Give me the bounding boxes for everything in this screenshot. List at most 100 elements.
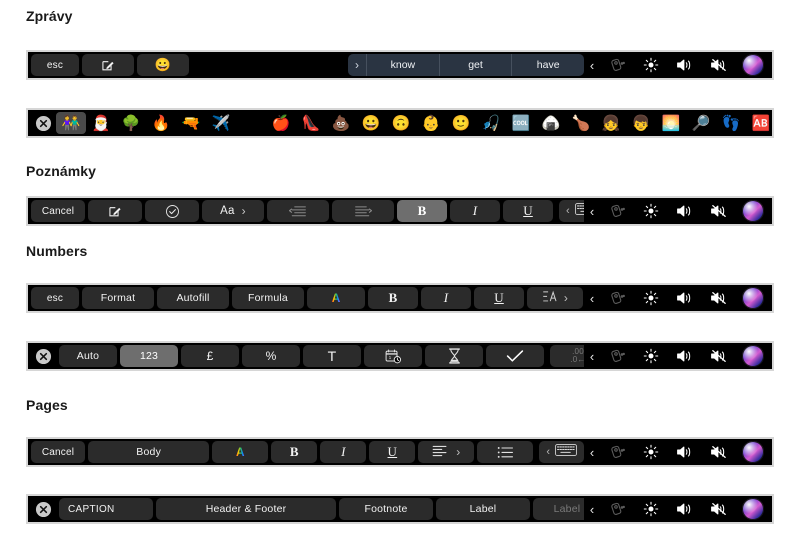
format-percent-button[interactable]: % xyxy=(242,345,300,367)
compose-icon[interactable] xyxy=(88,200,142,222)
control-strip-expand-chevron-icon[interactable]: ‹ xyxy=(584,52,600,78)
suggestion-item-2[interactable]: get xyxy=(438,54,512,76)
suggestion-item-3[interactable]: have xyxy=(511,54,584,76)
emoji-item[interactable]: 👧 xyxy=(596,112,626,134)
mute-icon[interactable] xyxy=(702,439,736,465)
text-color-button[interactable]: A xyxy=(212,441,269,463)
label-button[interactable]: Label xyxy=(436,498,530,520)
control-strip-expand-chevron-icon[interactable]: ‹ xyxy=(584,198,600,224)
bold-button[interactable]: B xyxy=(368,287,418,309)
compose-icon[interactable] xyxy=(82,54,134,76)
esc-button[interactable]: esc xyxy=(31,54,79,76)
text-size-button[interactable]: Aa xyxy=(202,200,264,222)
keyboard-toggle-button[interactable]: ‹ xyxy=(559,200,584,222)
keyboard-brightness-icon[interactable] xyxy=(600,52,634,78)
touchbar-pages-primary[interactable]: Cancel Body A B I U › ‹ ‹ xyxy=(26,437,774,467)
emoji-item[interactable]: 🆒 xyxy=(506,112,536,134)
formula-button[interactable]: Formula xyxy=(232,287,304,309)
emoji-item[interactable]: 🌳 xyxy=(116,112,146,134)
suggestion-item-1[interactable]: know xyxy=(366,54,439,76)
emoji-item[interactable]: 👦 xyxy=(626,112,656,134)
bold-button[interactable]: B xyxy=(397,200,447,222)
siri-icon[interactable] xyxy=(736,198,770,224)
keyboard-brightness-icon[interactable] xyxy=(600,343,634,369)
siri-icon[interactable] xyxy=(736,285,770,311)
volume-up-icon[interactable] xyxy=(668,439,702,465)
underline-button[interactable]: U xyxy=(369,441,416,463)
display-brightness-icon[interactable] xyxy=(634,52,668,78)
mute-icon[interactable] xyxy=(702,343,736,369)
emoji-item[interactable]: 🔥 xyxy=(146,112,176,134)
emoji-item[interactable]: 🙂 xyxy=(446,112,476,134)
decimal-decrease-icon[interactable]: .00 .0← xyxy=(550,345,584,367)
bold-button[interactable]: B xyxy=(271,441,318,463)
touchbar-emoji-picker[interactable]: 👫 🎅 🌳 🔥 🔫 ✈️ ™ 🍎 👠 💩 😀 🙃 👶 🙂 🎣 🆒 🍙 🍗 👧 👦… xyxy=(26,108,774,138)
italic-button[interactable]: I xyxy=(320,441,367,463)
underline-button[interactable]: U xyxy=(474,287,524,309)
underline-button[interactable]: U xyxy=(503,200,553,222)
format-button[interactable]: Format xyxy=(82,287,154,309)
siri-icon[interactable] xyxy=(736,439,770,465)
text-color-button[interactable]: A xyxy=(307,287,365,309)
checkmark-icon[interactable] xyxy=(486,345,544,367)
display-brightness-icon[interactable] xyxy=(634,496,668,522)
display-brightness-icon[interactable] xyxy=(634,285,668,311)
emoji-item[interactable]: 😀 xyxy=(356,112,386,134)
emoji-item[interactable]: 👣 xyxy=(716,112,746,134)
volume-up-icon[interactable] xyxy=(668,52,702,78)
emoji-picker-icon[interactable]: 😀 xyxy=(137,54,189,76)
display-brightness-icon[interactable] xyxy=(634,198,668,224)
touchbar-numbers-cellformat[interactable]: Auto 123 £ % T 1 .00 .0 ‹ xyxy=(26,341,774,371)
siri-icon[interactable] xyxy=(736,343,770,369)
emoji-item[interactable]: 🆎 xyxy=(746,112,772,134)
date-time-icon[interactable]: 1 xyxy=(364,345,422,367)
format-currency-button[interactable]: £ xyxy=(181,345,239,367)
checkmark-circle-icon[interactable] xyxy=(145,200,199,222)
outdent-icon[interactable] xyxy=(267,200,329,222)
label-data-button[interactable]: Label Data xyxy=(533,498,584,520)
emoji-item[interactable]: ✈️ xyxy=(206,112,236,134)
close-icon[interactable] xyxy=(30,498,56,520)
volume-up-icon[interactable] xyxy=(668,198,702,224)
touchbar-messages[interactable]: esc 😀 › know get have ‹ xyxy=(26,50,774,80)
control-strip-expand-chevron-icon[interactable]: ‹ xyxy=(584,496,600,522)
control-strip-expand-chevron-icon[interactable]: ‹ xyxy=(584,343,600,369)
italic-button[interactable]: I xyxy=(450,200,500,222)
siri-icon[interactable] xyxy=(736,52,770,78)
close-icon[interactable] xyxy=(30,112,56,134)
keyboard-brightness-icon[interactable] xyxy=(600,285,634,311)
control-strip-expand-chevron-icon[interactable]: ‹ xyxy=(584,439,600,465)
format-number-button[interactable]: 123 xyxy=(120,345,178,367)
duration-icon[interactable] xyxy=(425,345,483,367)
footnote-button[interactable]: Footnote xyxy=(339,498,433,520)
italic-button[interactable]: I xyxy=(421,287,471,309)
display-brightness-icon[interactable] xyxy=(634,343,668,369)
control-strip-expand-chevron-icon[interactable]: ‹ xyxy=(584,285,600,311)
display-brightness-icon[interactable] xyxy=(634,439,668,465)
format-auto-button[interactable]: Auto xyxy=(59,345,117,367)
emoji-item[interactable]: 🍙 xyxy=(536,112,566,134)
emoji-item[interactable]: 🙃 xyxy=(386,112,416,134)
mute-icon[interactable] xyxy=(702,198,736,224)
format-text-button[interactable]: T xyxy=(303,345,361,367)
cancel-button[interactable]: Cancel xyxy=(31,441,85,463)
emoji-item[interactable]: 💩 xyxy=(326,112,356,134)
siri-icon[interactable] xyxy=(736,496,770,522)
volume-up-icon[interactable] xyxy=(668,343,702,369)
align-button[interactable]: › xyxy=(418,441,475,463)
emoji-item[interactable]: 🔎 xyxy=(686,112,716,134)
emoji-item[interactable]: 👠 xyxy=(296,112,326,134)
indent-icon[interactable] xyxy=(332,200,394,222)
touchbar-numbers-primary[interactable]: esc Format Autofill Formula A B I U › ‹ xyxy=(26,283,774,313)
emoji-item[interactable]: 🍗 xyxy=(566,112,596,134)
mute-icon[interactable] xyxy=(702,52,736,78)
close-icon[interactable] xyxy=(30,345,56,367)
emoji-item[interactable]: ™ xyxy=(236,112,266,134)
touchbar-notes[interactable]: Cancel Aa › B I U ‹ ‹ xyxy=(26,196,774,226)
emoji-item[interactable]: 🔫 xyxy=(176,112,206,134)
touchbar-pages-insert[interactable]: CAPTION Header & Footer Footnote Label L… xyxy=(26,494,774,524)
keyboard-toggle-button[interactable]: ‹ xyxy=(539,441,584,463)
emoji-item[interactable]: 🌅 xyxy=(656,112,686,134)
esc-button[interactable]: esc xyxy=(31,287,79,309)
caption-button[interactable]: CAPTION xyxy=(59,498,153,520)
